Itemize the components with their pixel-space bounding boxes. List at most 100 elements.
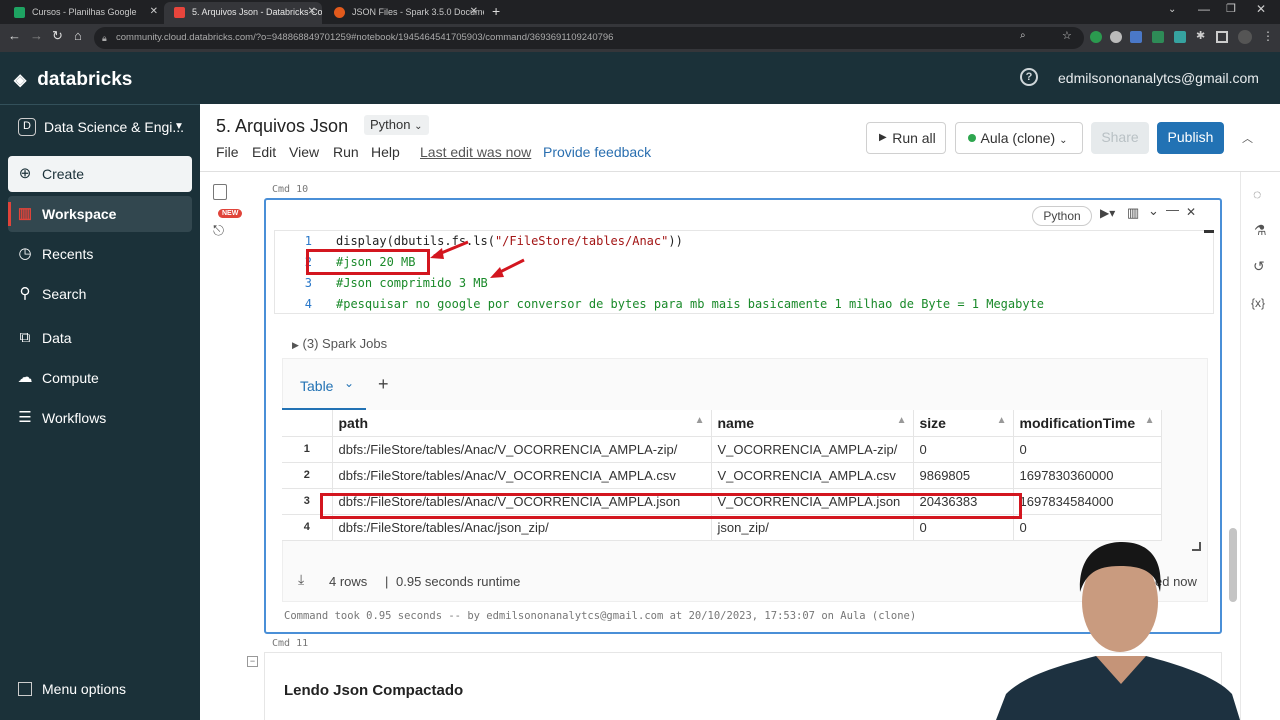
extension-icon[interactable] bbox=[1090, 31, 1102, 43]
revision-history-icon[interactable]: ↺ bbox=[1253, 258, 1265, 275]
sidebar-item-workflows[interactable]: ☰ Workflows bbox=[8, 400, 192, 436]
tab-table[interactable]: Table ⌄ bbox=[282, 366, 366, 410]
column-header-modificationtime[interactable]: modificationTime ▲ bbox=[1013, 410, 1162, 437]
create-button[interactable]: ⊕ Create bbox=[8, 156, 192, 192]
menu-options-icon bbox=[18, 682, 32, 696]
back-icon[interactable]: ← bbox=[8, 28, 21, 43]
row-number: 2 bbox=[282, 462, 333, 489]
publish-button[interactable]: Publish bbox=[1157, 122, 1224, 154]
close-cell-icon[interactable]: ✕ bbox=[1186, 205, 1196, 219]
column-header-name[interactable]: name ▲ bbox=[711, 410, 914, 437]
extension-icon[interactable] bbox=[1110, 31, 1122, 43]
assistant-icon[interactable]: ⎋ bbox=[213, 222, 224, 239]
browser-menu-icon[interactable]: ⋮ bbox=[1262, 29, 1274, 43]
sidebar-item-workspace[interactable]: ▥ Workspace bbox=[8, 196, 192, 232]
chevron-down-icon[interactable]: ⌄ bbox=[1148, 203, 1159, 219]
sidebar-item-data[interactable]: ⧉ Data bbox=[8, 320, 192, 356]
arrowhead bbox=[430, 248, 444, 259]
home-icon[interactable]: ⌂ bbox=[74, 28, 82, 43]
url-field[interactable]: 🔒︎ community.cloud.databricks.com/?o=948… bbox=[94, 27, 1084, 49]
sidebar-item-recents[interactable]: ◷ Recents bbox=[8, 236, 192, 272]
extensions-puzzle-icon[interactable]: ✱ bbox=[1196, 29, 1205, 42]
variables-icon[interactable]: {x} bbox=[1251, 296, 1265, 310]
user-account-menu[interactable]: edmilsononanalytcs@gmail.com bbox=[1058, 70, 1259, 86]
row-number-header bbox=[282, 410, 333, 437]
comments-icon[interactable]: ◌ bbox=[1253, 186, 1261, 202]
zoom-icon[interactable]: ⌕ bbox=[1020, 30, 1026, 41]
cell-language-badge[interactable]: Python bbox=[1032, 206, 1092, 226]
table-row[interactable]: 2 dbfs:/FileStore/tables/Anac/V_OCORRENC… bbox=[282, 462, 1162, 489]
tab-search-icon[interactable]: ⌄ bbox=[1168, 4, 1176, 15]
side-panel-icon[interactable] bbox=[1216, 31, 1228, 43]
new-tab-icon[interactable]: + bbox=[492, 3, 500, 19]
close-tab-icon[interactable]: ✕ bbox=[470, 2, 478, 22]
table-row[interactable]: 1 dbfs:/FileStore/tables/Anac/V_OCORRENC… bbox=[282, 436, 1162, 463]
profile-avatar[interactable] bbox=[1238, 30, 1252, 44]
sidebar-item-label: Recents bbox=[42, 246, 94, 262]
experiment-flask-icon[interactable]: ⚗ bbox=[1254, 222, 1267, 239]
browser-tab-sheets[interactable]: Cursos - Planilhas Google ✕ bbox=[4, 2, 164, 24]
maximize-icon[interactable]: ❐ bbox=[1226, 2, 1236, 15]
cluster-selector[interactable]: Aula (clone) ⌄ bbox=[955, 122, 1083, 154]
browser-tab-spark[interactable]: JSON Files - Spark 3.5.0 Docume ✕ bbox=[324, 2, 484, 24]
workspace-icon: ▥ bbox=[17, 205, 33, 222]
sidebar-item-search[interactable]: ⚲ Search bbox=[8, 276, 192, 312]
window-close-icon[interactable]: ✕ bbox=[1256, 2, 1266, 16]
chevron-down-icon: ⌄ bbox=[414, 121, 423, 132]
command-took-text: Command took 0.95 seconds -- by edmilson… bbox=[284, 610, 917, 622]
menu-view[interactable]: View bbox=[289, 144, 319, 160]
cluster-status-dot bbox=[968, 134, 976, 142]
left-rail: NEW ⎋ − bbox=[200, 172, 258, 720]
language-selector[interactable]: Python ⌄ bbox=[364, 115, 429, 135]
share-button[interactable]: Share bbox=[1091, 122, 1149, 154]
close-tab-icon[interactable]: ✕ bbox=[308, 2, 316, 22]
minimize-cell-icon[interactable]: — bbox=[1166, 202, 1179, 217]
menu-options-label: Menu options bbox=[42, 681, 127, 697]
language-label: Python bbox=[370, 117, 411, 132]
databricks-logo[interactable]: ◈ databricks bbox=[14, 69, 132, 91]
table-of-contents-icon[interactable] bbox=[213, 184, 227, 200]
help-icon[interactable]: ? bbox=[1020, 68, 1038, 86]
download-icon[interactable]: ⤓ bbox=[298, 571, 304, 588]
sort-icon[interactable]: ▲ bbox=[997, 415, 1007, 426]
column-header-path[interactable]: path ▲ bbox=[332, 410, 712, 437]
collapse-cell-icon[interactable]: − bbox=[247, 656, 258, 667]
sort-icon[interactable]: ▲ bbox=[897, 415, 907, 426]
menu-edit[interactable]: Edit bbox=[252, 144, 276, 160]
menu-file[interactable]: File bbox=[216, 144, 239, 160]
brand-name: databricks bbox=[37, 69, 133, 90]
sidebar-item-compute[interactable]: ☁ Compute bbox=[8, 360, 192, 396]
cell-name: V_OCORRENCIA_AMPLA.csv bbox=[711, 462, 914, 489]
menu-help[interactable]: Help bbox=[371, 144, 400, 160]
notebook-title[interactable]: 5. Arquivos Json bbox=[216, 116, 348, 137]
menu-run[interactable]: Run bbox=[333, 144, 359, 160]
cmd-label: Cmd 10 bbox=[272, 184, 309, 195]
bookmark-star-icon[interactable]: ☆ bbox=[1062, 29, 1072, 42]
provide-feedback-link[interactable]: Provide feedback bbox=[543, 144, 651, 160]
extension-icon[interactable] bbox=[1152, 31, 1164, 43]
chart-icon[interactable]: ▥ bbox=[1127, 205, 1139, 221]
browser-address-bar: ← → ↻ ⌂ 🔒︎ community.cloud.databricks.co… bbox=[0, 24, 1280, 52]
collapse-header-icon[interactable]: ︿ bbox=[1242, 130, 1253, 146]
run-all-button[interactable]: ▶ Run all bbox=[866, 122, 946, 154]
annotation-box-json-row bbox=[320, 493, 1022, 519]
cell-path: dbfs:/FileStore/tables/Anac/V_OCORRENCIA… bbox=[332, 436, 712, 463]
play-icon: ▶ bbox=[879, 132, 887, 143]
menu-options-button[interactable]: Menu options bbox=[8, 671, 192, 707]
workspace-switcher[interactable]: D Data Science & Engi... ▼ bbox=[10, 109, 194, 145]
forward-icon[interactable]: → bbox=[30, 28, 43, 43]
sort-icon[interactable]: ▲ bbox=[695, 415, 705, 426]
tab-table-label: Table bbox=[300, 378, 334, 394]
minimize-icon[interactable]: — bbox=[1198, 2, 1210, 16]
reload-icon[interactable]: ↻ bbox=[52, 28, 63, 44]
extension-icon[interactable] bbox=[1130, 31, 1142, 43]
run-cell-icon[interactable]: ▶▾ bbox=[1100, 206, 1115, 220]
last-edit-link[interactable]: Last edit was now bbox=[420, 144, 531, 160]
close-tab-icon[interactable]: ✕ bbox=[150, 2, 158, 22]
spark-jobs-toggle[interactable]: ▶ (3) Spark Jobs bbox=[292, 336, 387, 351]
browser-tab-databricks[interactable]: 5. Arquivos Json - Databricks Co ✕ bbox=[164, 2, 322, 24]
add-visualization-icon[interactable]: + bbox=[378, 374, 389, 395]
extension-icon[interactable] bbox=[1174, 31, 1186, 43]
column-header-size[interactable]: size ▲ bbox=[913, 410, 1014, 437]
sort-icon[interactable]: ▲ bbox=[1145, 415, 1155, 426]
